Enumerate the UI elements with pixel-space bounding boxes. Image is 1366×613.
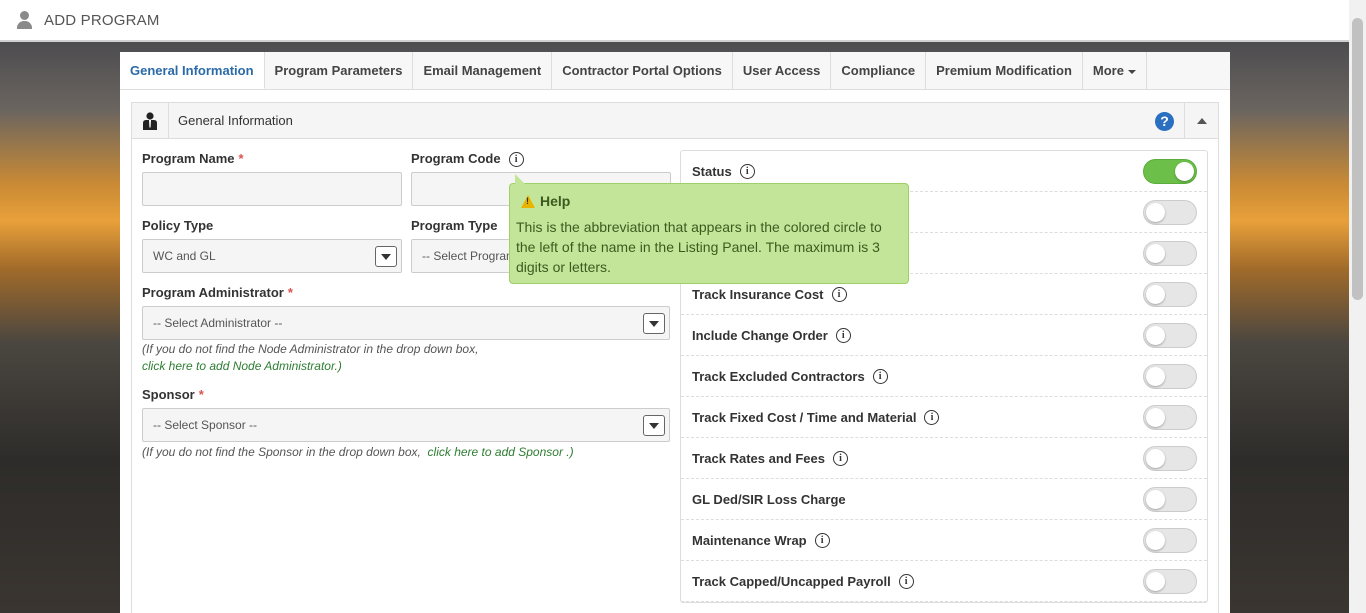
setting-label: Track Fixed Cost / Time and Material — [692, 409, 917, 425]
general-information-panel: General Information ? Program Name * Prog… — [131, 102, 1219, 613]
setting-label: Include Change Order — [692, 327, 828, 343]
tab-email-management[interactable]: Email Management — [413, 52, 553, 89]
dropdown-arrow-icon[interactable] — [643, 313, 665, 334]
setting-toggle[interactable] — [1143, 405, 1197, 430]
chevron-up-icon — [1196, 118, 1207, 124]
setting-label: Track Insurance Cost — [692, 286, 824, 302]
dropdown-arrow-icon[interactable] — [375, 246, 397, 267]
businessman-icon — [132, 102, 169, 139]
caret-down-icon — [1127, 69, 1136, 74]
user-icon — [16, 11, 34, 29]
policy-type-value: WC and GL — [153, 249, 216, 263]
info-icon[interactable]: i — [814, 532, 830, 548]
info-icon[interactable]: i — [508, 152, 524, 168]
sponsor-note: (If you do not find the Sponsor in the d… — [142, 445, 574, 459]
add-node-administrator-link[interactable]: click here to add Node Administrator.) — [142, 359, 342, 373]
setting-toggle[interactable] — [1143, 200, 1197, 225]
sponsor-label: Sponsor * — [142, 387, 204, 402]
setting-label: Track Rates and Fees — [692, 450, 825, 466]
tab-bar: General Information Program Parameters E… — [120, 52, 1230, 90]
setting-toggle[interactable] — [1143, 364, 1197, 389]
policy-type-label: Policy Type — [142, 218, 214, 233]
program-administrator-label: Program Administrator * — [142, 285, 293, 300]
policy-type-select[interactable]: WC and GL — [142, 239, 402, 273]
program-name-label: Program Name * — [142, 151, 244, 166]
program-code-label-text: Program Code — [411, 151, 501, 166]
tab-compliance[interactable]: Compliance — [831, 52, 927, 89]
page-title: ADD PROGRAM — [44, 11, 160, 29]
tab-contractor-portal-options[interactable]: Contractor Portal Options — [552, 52, 733, 89]
tooltip-title: Help — [540, 193, 571, 209]
page-scrollbar[interactable] — [1349, 0, 1366, 613]
setting-row: Include Change Order i — [681, 315, 1207, 356]
required-marker: * — [238, 151, 244, 166]
tab-more[interactable]: More — [1082, 52, 1147, 89]
panel-header: General Information ? — [132, 102, 1218, 139]
setting-toggle[interactable] — [1143, 159, 1197, 184]
program-card: General Information Program Parameters E… — [120, 52, 1230, 613]
tooltip-header: Help — [521, 193, 902, 209]
program-administrator-label-text: Program Administrator — [142, 285, 284, 300]
program-name-input[interactable] — [142, 172, 402, 206]
tab-more-label: More — [1092, 63, 1124, 78]
setting-toggle[interactable] — [1143, 569, 1197, 594]
required-marker: * — [287, 285, 293, 300]
help-tooltip: Help This is the abbreviation that appea… — [509, 174, 909, 284]
panel-title: General Information — [178, 113, 293, 128]
sponsor-label-text: Sponsor — [142, 387, 195, 402]
tab-user-access[interactable]: User Access — [732, 52, 832, 89]
sponsor-select[interactable]: -- Select Sponsor -- — [142, 408, 670, 442]
program-administrator-value: -- Select Administrator -- — [153, 316, 283, 330]
tooltip-body: This is the abbreviation that appears in… — [516, 219, 882, 275]
info-icon[interactable]: i — [898, 573, 914, 589]
tab-premium-modification[interactable]: Premium Modification — [926, 52, 1083, 89]
help-icon[interactable]: ? — [1155, 112, 1174, 131]
sponsor-note-text: (If you do not find the Sponsor in the d… — [142, 445, 421, 459]
collapse-button[interactable] — [1184, 103, 1218, 139]
setting-row: Track Rates and Fees i — [681, 438, 1207, 479]
info-icon[interactable]: i — [924, 409, 940, 425]
setting-row: Track Capped/Uncapped Payroll i — [681, 561, 1207, 602]
program-type-label: Program Type — [411, 218, 498, 233]
setting-toggle[interactable] — [1143, 528, 1197, 553]
setting-toggle[interactable] — [1143, 446, 1197, 471]
tab-program-parameters[interactable]: Program Parameters — [264, 52, 414, 89]
info-icon[interactable]: i — [872, 368, 888, 384]
setting-toggle[interactable] — [1143, 487, 1197, 512]
info-icon[interactable]: i — [832, 450, 848, 466]
program-administrator-select[interactable]: -- Select Administrator -- — [142, 306, 670, 340]
setting-row: Track Fixed Cost / Time and Material i — [681, 397, 1207, 438]
dropdown-arrow-icon[interactable] — [643, 415, 665, 436]
setting-label: Status — [692, 163, 732, 179]
administrator-note: (If you do not find the Node Administrat… — [142, 342, 479, 356]
program-code-label: Program Code i — [411, 151, 524, 168]
required-marker: * — [198, 387, 204, 402]
setting-label: Track Capped/Uncapped Payroll — [692, 573, 891, 589]
info-icon[interactable]: i — [831, 286, 847, 302]
tab-general-information[interactable]: General Information — [120, 52, 265, 89]
add-sponsor-link[interactable]: click here to add Sponsor .) — [428, 445, 574, 459]
setting-toggle[interactable] — [1143, 241, 1197, 266]
program-name-label-text: Program Name — [142, 151, 235, 166]
setting-label: GL Ded/SIR Loss Charge — [692, 491, 846, 507]
info-icon[interactable]: i — [835, 327, 851, 343]
administrator-note-link-line: click here to add Node Administrator.) — [142, 359, 342, 373]
sponsor-value: -- Select Sponsor -- — [153, 418, 258, 432]
warning-icon — [521, 194, 535, 208]
setting-row: Track Excluded Contractors i — [681, 356, 1207, 397]
setting-row: Maintenance Wrap i — [681, 520, 1207, 561]
setting-label: Maintenance Wrap — [692, 532, 807, 548]
setting-toggle[interactable] — [1143, 282, 1197, 307]
top-bar: ADD PROGRAM — [0, 0, 1349, 42]
setting-toggle[interactable] — [1143, 323, 1197, 348]
setting-label: Track Excluded Contractors — [692, 368, 865, 384]
info-icon[interactable]: i — [739, 163, 755, 179]
scrollbar-thumb[interactable] — [1352, 18, 1363, 300]
setting-row: GL Ded/SIR Loss Charge — [681, 479, 1207, 520]
